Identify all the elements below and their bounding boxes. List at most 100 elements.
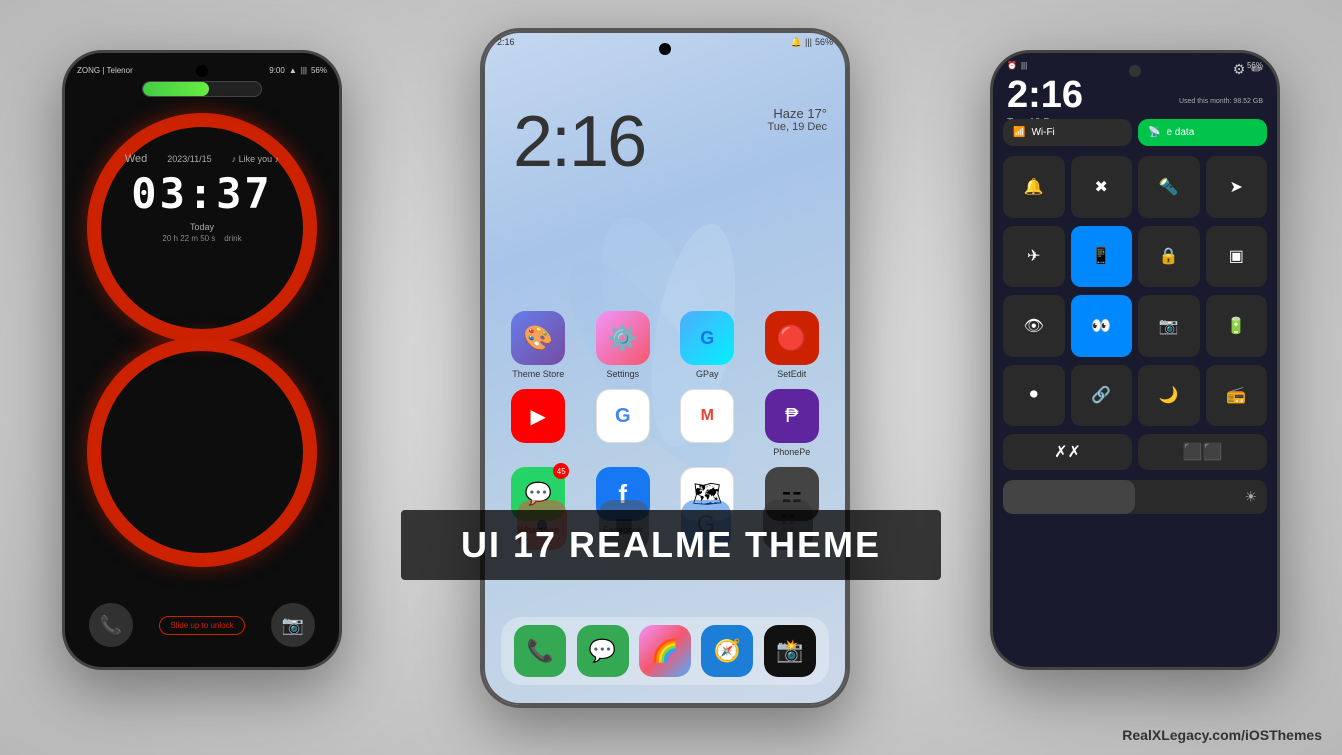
signal-right: ||| <box>1021 61 1027 70</box>
mobile-icon: 📡 <box>1148 127 1160 138</box>
airplane-btn[interactable]: ✈ <box>1003 226 1065 288</box>
battery-left: 56% <box>311 66 327 75</box>
screen-btn[interactable]: ▣ <box>1206 226 1268 288</box>
dnd-btn[interactable]: ✗✗ <box>1003 434 1132 470</box>
cc-settings-row: ⚙ ✏ <box>1233 61 1263 78</box>
app-settings-label: Settings <box>606 369 639 379</box>
dock: 📞 💬 🌈 🧭 📸 <box>501 617 829 685</box>
clock-time: 03:37 <box>65 169 339 218</box>
battery-fill <box>143 82 209 96</box>
wifi-off-icon: 📶 <box>1013 127 1025 138</box>
app-phonepe[interactable]: ₱ PhonePe <box>755 389 830 457</box>
ring-circle-bottom <box>87 337 317 567</box>
clock-day: Wed <box>125 153 147 165</box>
center-status-icons: 🔔 ||| 56% <box>791 37 833 48</box>
whatsapp-badge: 45 <box>553 463 569 479</box>
remote-btn[interactable]: 📱 <box>1071 226 1133 288</box>
cc-grid-row1: 🔔 ✖ 🔦 ➤ <box>993 152 1277 222</box>
lock-btn[interactable]: 🔒 <box>1138 226 1200 288</box>
brightness-icon: ☀ <box>1244 489 1257 506</box>
app-theme-store[interactable]: 🎨 Theme Store <box>501 311 576 379</box>
app-gmail[interactable]: M <box>670 389 745 457</box>
phone-right: ⏰ ||| 56% ⚙ ✏ 2:16 Tue, 19 Dec Used this… <box>990 50 1280 670</box>
punch-hole-left <box>196 65 208 77</box>
link-btn[interactable]: 🔗 <box>1071 365 1133 427</box>
app-settings-icon: ⚙️ <box>596 311 650 365</box>
record-btn[interactable]: ⏺ <box>1003 365 1065 427</box>
app-setedit-icon: 🔴 <box>765 311 819 365</box>
lock-bottom: 📞 Slide up to unlock 📷 <box>65 603 339 647</box>
cc-status-left: ⏰ ||| <box>1007 61 1027 70</box>
gear-icon-right[interactable]: ⚙ <box>1233 61 1246 78</box>
app-gpay[interactable]: G GPay <box>670 311 745 379</box>
app-setedit-label: SetEdit <box>777 369 806 379</box>
carrier-text: ZONG | Telenor <box>77 66 133 75</box>
center-weather: Haze 17° Tue, 19 Dec <box>767 106 827 133</box>
app-gpay-icon: G <box>680 311 734 365</box>
clock-note: ♪ Like you ♪ <box>232 154 280 164</box>
dock-messages[interactable]: 💬 <box>577 625 629 677</box>
camera-icon-left[interactable]: 📷 <box>271 603 315 647</box>
battery-center: 56% <box>815 37 833 48</box>
phone-right-content: ⏰ ||| 56% ⚙ ✏ 2:16 Tue, 19 Dec Used this… <box>993 53 1277 667</box>
bell-btn[interactable]: 🔔 <box>1003 156 1065 218</box>
ring-bottom <box>87 337 317 567</box>
app-theme-store-label: Theme Store <box>512 369 564 379</box>
wifi-label: Wi-Fi <box>1031 127 1054 138</box>
app-setedit[interactable]: 🔴 SetEdit <box>755 311 830 379</box>
camera-btn[interactable]: 📷 <box>1138 295 1200 357</box>
alarm-right: ⏰ <box>1007 61 1017 70</box>
app-phonepe-icon: ₱ <box>765 389 819 443</box>
clock-timer: 20 h 22 m 50 s drink <box>65 234 339 243</box>
wifi-button[interactable]: 📶 Wi-Fi <box>1003 119 1132 146</box>
edit-icon-right[interactable]: ✏ <box>1251 61 1263 78</box>
phone-center-content: 2:16 🔔 ||| 56% 2:16 Haze 17° Tue, 19 Dec <box>483 31 847 705</box>
punch-hole-right <box>1129 65 1141 77</box>
phone-left-content: ZONG | Telenor 9:00 ▲ ||| 56% Wed 2023/1… <box>65 53 339 667</box>
battery-saver-btn[interactable]: 🔋 <box>1206 295 1268 357</box>
signal-icon-left: ||| <box>301 66 307 75</box>
app-settings[interactable]: ⚙️ Settings <box>586 311 661 379</box>
app-google[interactable]: G <box>586 389 661 457</box>
brightness-bar[interactable]: ☀ <box>1003 480 1267 514</box>
alarm-icon: 🔔 <box>791 37 802 48</box>
torch-btn[interactable]: 🔦 <box>1138 156 1200 218</box>
center-time-status: 2:16 <box>497 37 515 48</box>
dock-camera[interactable]: 📸 <box>764 625 816 677</box>
signal-center: ||| <box>805 37 812 48</box>
weather-date: Tue, 19 Dec <box>767 121 827 133</box>
phone-center: 2:16 🔔 ||| 56% 2:16 Haze 17° Tue, 19 Dec <box>480 28 850 708</box>
screen-mirror-btn[interactable]: ⬛⬛ <box>1138 434 1267 470</box>
title-banner: UI 17 REALME THEME <box>401 510 941 580</box>
app-theme-store-icon: 🎨 <box>511 311 565 365</box>
dock-phone[interactable]: 📞 <box>514 625 566 677</box>
bluetooth-btn[interactable]: ✖ <box>1071 156 1133 218</box>
app-youtube[interactable]: ▶ <box>501 389 576 457</box>
brightness-fill <box>1003 480 1135 514</box>
dock-photos[interactable]: 🌈 <box>639 625 691 677</box>
status-bar-center: 2:16 🔔 ||| 56% <box>483 37 847 48</box>
time-left: 9:00 <box>269 66 285 75</box>
phone-left: ZONG | Telenor 9:00 ▲ ||| 56% Wed 2023/1… <box>62 50 342 670</box>
app-phonepe-label: PhonePe <box>773 447 810 457</box>
slide-unlock-text[interactable]: Slide up to unlock <box>159 616 244 635</box>
cc-grid-row5: ✗✗ ⬛⬛ <box>993 430 1277 474</box>
app-gpay-label: GPay <box>696 369 719 379</box>
battery-bar <box>142 81 262 97</box>
banner-text: UI 17 REALME THEME <box>461 524 881 565</box>
cast-btn[interactable]: 📻 <box>1206 365 1268 427</box>
cc-top-row: 📶 Wi-Fi 📡 e data <box>993 113 1277 152</box>
clock-today: Today <box>65 222 339 232</box>
cc-grid-row4: ⏺ 🔗 🌙 📻 <box>993 361 1277 431</box>
navigation-btn[interactable]: ➤ <box>1206 156 1268 218</box>
phone-icon-left[interactable]: 📞 <box>89 603 133 647</box>
eye-btn[interactable]: 👁 <box>1003 295 1065 357</box>
eye2-btn[interactable]: 👀 <box>1071 295 1133 357</box>
moon-btn[interactable]: 🌙 <box>1138 365 1200 427</box>
dock-safari[interactable]: 🧭 <box>701 625 753 677</box>
mobile-data-button[interactable]: 📡 e data <box>1138 119 1267 146</box>
mobile-label: e data <box>1166 127 1194 138</box>
clock-date: 2023/11/15 <box>167 154 211 164</box>
app-youtube-icon: ▶ <box>511 389 565 443</box>
app-google-icon: G <box>596 389 650 443</box>
